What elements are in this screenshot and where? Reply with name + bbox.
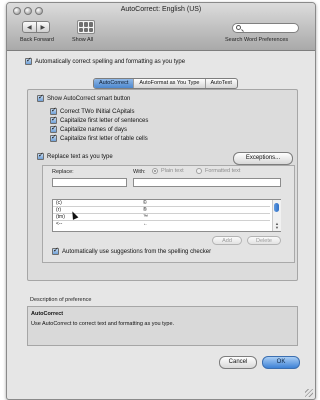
- correct-two-initial-caps-checkbox[interactable]: [50, 106, 57, 115]
- list-scrollbar[interactable]: ▲ ▼: [272, 200, 281, 231]
- list-item[interactable]: (tm) ™: [53, 214, 270, 221]
- replace-field[interactable]: [52, 178, 127, 187]
- back-forward-label: Back Forward: [20, 37, 54, 43]
- list-item-with: ©: [143, 200, 147, 206]
- exceptions-button[interactable]: Exceptions...: [233, 152, 293, 165]
- tab-autoformat-as-you-type[interactable]: AutoFormat as You Type: [134, 79, 206, 88]
- show-all-icon[interactable]: [77, 20, 95, 34]
- replacement-list[interactable]: (c) © (r) ® (tm) ™ <-- ←: [52, 199, 281, 232]
- auto-correct-spelling-checkbox[interactable]: [25, 56, 32, 65]
- plain-text-label: Plain text: [161, 168, 184, 174]
- preferences-window: AutoCorrect: English (US) ◀ ▶ Back Forwa…: [6, 2, 316, 400]
- formatted-text-radio[interactable]: [196, 168, 202, 174]
- plain-text-radio[interactable]: [152, 168, 158, 174]
- show-smart-button-label: Show AutoCorrect smart button: [47, 95, 131, 102]
- option-label: Capitalize first letter of sentences: [60, 117, 149, 124]
- show-smart-button-checkbox[interactable]: [37, 93, 44, 102]
- list-item-with: ←: [143, 221, 148, 227]
- formatted-text-label: Formatted text: [205, 168, 241, 174]
- list-item[interactable]: <-- ←: [53, 221, 270, 227]
- back-icon[interactable]: ◀: [23, 22, 37, 32]
- option-label: Capitalize names of days: [60, 126, 128, 133]
- description-text: Use AutoCorrect to correct text and form…: [31, 321, 175, 327]
- list-item[interactable]: (c) ©: [53, 200, 270, 207]
- auto-correct-spelling-row[interactable]: Automatically correct spelling and forma…: [25, 56, 186, 65]
- scroll-arrows-icon[interactable]: ▲ ▼: [274, 222, 280, 230]
- option-row[interactable]: Correct TWo INitial CApitals: [50, 106, 135, 115]
- description-header: Description of preference: [30, 297, 92, 303]
- search-label: Search Word Preferences: [225, 37, 289, 43]
- list-item-replace: (r): [56, 207, 61, 213]
- list-item-with: ®: [143, 207, 147, 213]
- description-box: AutoCorrect Use AutoCorrect to correct t…: [27, 306, 298, 346]
- replace-text-row[interactable]: Replace text as you type: [37, 151, 113, 160]
- scrollbar-thumb[interactable]: [274, 203, 279, 212]
- list-item-replace: (c): [56, 200, 62, 206]
- with-field[interactable]: [133, 178, 281, 187]
- option-label: Capitalize first letter of table cells: [60, 135, 148, 142]
- forward-icon[interactable]: ▶: [37, 22, 50, 32]
- delete-button[interactable]: Delete: [247, 236, 281, 245]
- back-forward-control: ◀ ▶: [22, 21, 50, 33]
- show-smart-button-row[interactable]: Show AutoCorrect smart button: [37, 93, 131, 102]
- option-row[interactable]: Capitalize first letter of table cells: [50, 133, 148, 142]
- plain-text-option[interactable]: Plain text: [152, 168, 184, 174]
- with-label: With:: [133, 169, 146, 175]
- tab-bar: AutoCorrect AutoFormat as You Type AutoT…: [93, 78, 238, 89]
- tab-autocorrect[interactable]: AutoCorrect: [94, 79, 135, 88]
- search-icon: [236, 25, 241, 30]
- option-label: Correct TWo INitial CApitals: [60, 108, 135, 115]
- resize-grip-icon[interactable]: [305, 389, 313, 397]
- formatted-text-option[interactable]: Formatted text: [196, 168, 240, 174]
- tab-autotext[interactable]: AutoText: [206, 79, 237, 88]
- title-bar: AutoCorrect: English (US) ◀ ▶ Back Forwa…: [7, 3, 315, 51]
- add-button[interactable]: Add: [212, 236, 242, 245]
- use-suggestions-label: Automatically use suggestions from the s…: [62, 248, 212, 255]
- use-suggestions-row[interactable]: Automatically use suggestions from the s…: [52, 246, 212, 255]
- replace-label: Replace:: [52, 169, 74, 175]
- replace-text-label: Replace text as you type: [47, 153, 113, 160]
- replace-text-checkbox[interactable]: [37, 151, 44, 160]
- description-title: AutoCorrect: [31, 311, 64, 317]
- option-row[interactable]: Capitalize names of days: [50, 124, 128, 133]
- list-item-replace: (tm): [56, 214, 65, 220]
- list-item[interactable]: (r) ®: [53, 207, 270, 214]
- list-item-with: ™: [143, 214, 148, 220]
- show-all-label[interactable]: Show All: [72, 37, 93, 43]
- window-title: AutoCorrect: English (US): [120, 6, 202, 13]
- capitalize-days-checkbox[interactable]: [50, 124, 57, 133]
- ok-button[interactable]: OK: [262, 356, 300, 369]
- option-row[interactable]: Capitalize first letter of sentences: [50, 115, 149, 124]
- use-suggestions-checkbox[interactable]: [52, 246, 59, 255]
- auto-correct-spelling-label: Automatically correct spelling and forma…: [35, 58, 186, 65]
- list-item-replace: <--: [56, 221, 63, 227]
- cancel-button[interactable]: Cancel: [219, 356, 257, 369]
- capitalize-sentences-checkbox[interactable]: [50, 115, 57, 124]
- capitalize-table-cells-checkbox[interactable]: [50, 133, 57, 142]
- search-input[interactable]: [232, 23, 299, 33]
